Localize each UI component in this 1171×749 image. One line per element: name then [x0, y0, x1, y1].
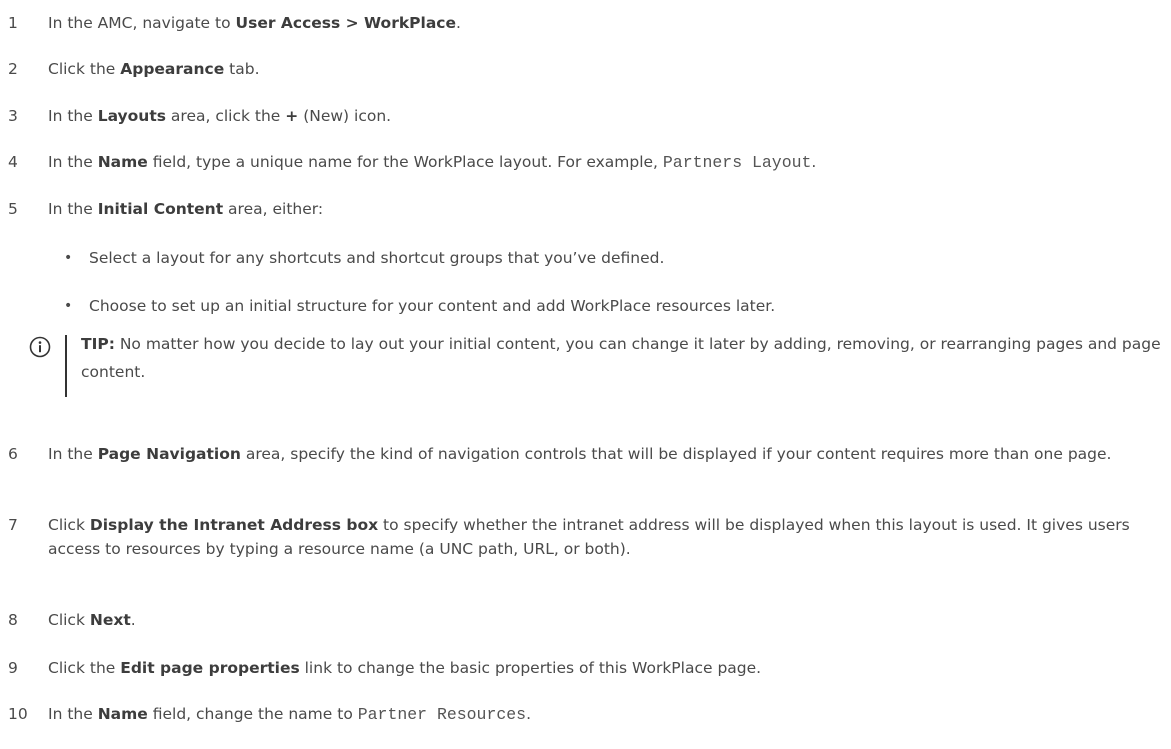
- text-run: Click the: [48, 60, 121, 78]
- text-run: tab.: [224, 60, 260, 78]
- text-run: field, change the name to: [147, 705, 358, 723]
- text-run: In the: [48, 107, 98, 125]
- step-10: 10 In the Name field, change the name to…: [8, 702, 1171, 726]
- text-run: area, specify the kind of navigation con…: [240, 445, 1112, 463]
- step-number: 7: [8, 516, 18, 534]
- text-run: (New) icon.: [298, 107, 392, 125]
- step-number: 10: [8, 705, 28, 723]
- text-run: In the: [48, 200, 98, 218]
- step-text: Click Display the Intranet Address box t…: [48, 513, 1171, 561]
- ui-term: Initial Content: [97, 200, 224, 218]
- ui-term: +: [285, 107, 299, 125]
- tip-body: No matter how you decide to lay out your…: [81, 335, 1161, 381]
- code-example: Partner Resources: [357, 705, 527, 724]
- tip-text: TIP: No matter how you decide to lay out…: [81, 330, 1169, 386]
- step-text: Click the Appearance tab.: [48, 57, 1171, 81]
- text-run: field, type a unique name for the WorkPl…: [147, 153, 663, 171]
- text-run: .: [130, 611, 136, 629]
- text-run: Click: [48, 611, 90, 629]
- text-run: .: [526, 705, 531, 723]
- text-run: In the: [48, 153, 98, 171]
- step-text: In the Layouts area, click the + (New) i…: [48, 104, 1171, 128]
- text-run: In the: [48, 705, 98, 723]
- bullet-text: Choose to set up an initial structure fo…: [89, 297, 776, 315]
- bullet-text: Select a layout for any shortcuts and sh…: [89, 249, 665, 267]
- step-8: 8 Click Next.: [8, 608, 1171, 632]
- step-3: 3 In the Layouts area, click the + (New)…: [8, 104, 1171, 128]
- tip-label: TIP:: [81, 335, 115, 353]
- step-4: 4 In the Name field, type a unique name …: [8, 150, 1171, 174]
- ui-term: Next: [89, 611, 131, 629]
- text-run: area, either:: [223, 200, 324, 218]
- info-icon: [29, 336, 51, 358]
- step-text: In the Page Navigation area, specify the…: [48, 442, 1171, 466]
- ui-term: Layouts: [97, 107, 166, 125]
- step-text: In the Name field, change the name to Pa…: [48, 702, 1171, 727]
- step-text: In the Initial Content area, either:: [48, 197, 1171, 221]
- step-number: 9: [8, 659, 18, 677]
- procedure-document: 1 In the AMC, navigate to User Access > …: [0, 0, 1171, 749]
- step-number: 3: [8, 107, 18, 125]
- ui-path: User Access > WorkPlace: [235, 14, 456, 32]
- step-text: In the AMC, navigate to User Access > Wo…: [48, 11, 1171, 35]
- step-2: 2 Click the Appearance tab.: [8, 57, 1171, 81]
- tip-divider: [65, 335, 67, 397]
- code-example: Partners Layout: [662, 153, 812, 172]
- step-text: Click the Edit page properties link to c…: [48, 656, 1171, 680]
- step-number: 8: [8, 611, 18, 629]
- step-number: 2: [8, 60, 18, 78]
- ui-term: Page Navigation: [97, 445, 241, 463]
- step-7: 7 Click Display the Intranet Address box…: [8, 513, 1171, 558]
- ui-term: Name: [97, 153, 148, 171]
- step-text: Click Next.: [48, 608, 1171, 632]
- bullet-icon: •: [64, 250, 73, 266]
- text-run: In the: [48, 445, 98, 463]
- tip-callout: TIP: No matter how you decide to lay out…: [29, 330, 1169, 398]
- bullet-icon: •: [64, 298, 73, 314]
- text-run: In the AMC, navigate to: [48, 14, 236, 32]
- text-run: Click the: [48, 659, 121, 677]
- text-run: area, click the: [165, 107, 286, 125]
- ui-term: Display the Intranet Address box: [89, 516, 379, 534]
- step-number: 1: [8, 14, 18, 32]
- step-6: 6 In the Page Navigation area, specify t…: [8, 442, 1171, 466]
- step-number: 4: [8, 153, 18, 171]
- ui-term: Appearance: [120, 60, 225, 78]
- step-5: 5 In the Initial Content area, either:: [8, 197, 1171, 221]
- step-number: 5: [8, 200, 18, 218]
- text-run: Click: [48, 516, 90, 534]
- text-run: .: [455, 14, 461, 32]
- step-number: 6: [8, 445, 18, 463]
- step-9: 9 Click the Edit page properties link to…: [8, 656, 1171, 680]
- step-text: In the Name field, type a unique name fo…: [48, 150, 1171, 175]
- text-run: .: [811, 153, 817, 171]
- text-run: link to change the basic properties of t…: [299, 659, 762, 677]
- step-1: 1 In the AMC, navigate to User Access > …: [8, 11, 1171, 35]
- ui-term: Edit page properties: [120, 659, 300, 677]
- ui-term: Name: [97, 705, 148, 723]
